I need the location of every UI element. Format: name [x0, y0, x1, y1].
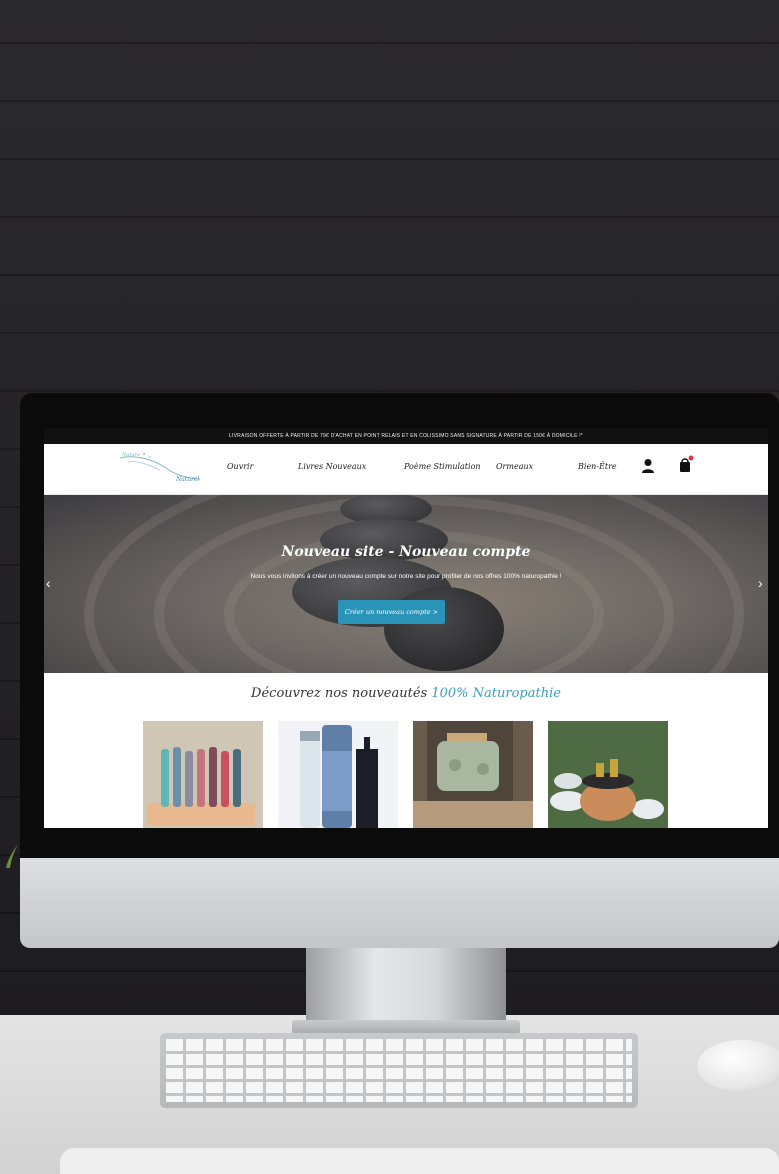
cart-icon[interactable] — [678, 454, 694, 479]
site-header: Nature Naturel Ouvrir Livres Nouveaux Po… — [44, 444, 768, 495]
product-card-4[interactable] — [548, 721, 668, 828]
svg-text:Nature: Nature — [121, 452, 140, 458]
nav-item-5[interactable]: Bien-Être — [578, 462, 617, 471]
logo-text: Naturel — [176, 476, 200, 483]
create-account-button[interactable]: Créer un nouveau compte > — [338, 600, 445, 624]
plant-leaf — [4, 840, 20, 870]
site-logo[interactable]: Nature Naturel — [114, 448, 209, 488]
product-card-1[interactable] — [143, 721, 263, 828]
desk-edge — [60, 1148, 779, 1174]
monitor-stand-base — [292, 1020, 520, 1034]
mouse — [697, 1040, 779, 1092]
monitor-chin — [20, 856, 779, 948]
keyboard — [160, 1033, 638, 1108]
product-card-3[interactable] — [413, 721, 533, 828]
website-screen: LIVRAISON OFFERTE À PARTIR DE 79€ D'ACHA… — [44, 428, 768, 828]
hero-subtitle: Nous vous invitons à créer un nouveau co… — [250, 573, 562, 580]
user-icon[interactable] — [641, 458, 655, 479]
promo-banner: LIVRAISON OFFERTE À PARTIR DE 79€ D'ACHA… — [44, 428, 768, 444]
section-title-main: Découvrez nos nouveautés — [251, 686, 428, 701]
nav-item-2[interactable]: Livres Nouveaux — [298, 462, 366, 471]
product-card-2[interactable] — [278, 721, 398, 828]
hero-title: Nouveau site - Nouveau compte — [281, 544, 531, 560]
section-title: Découvrez nos nouveautés 100% Naturopath… — [44, 686, 768, 701]
nav-item-1[interactable]: Ouvrir — [227, 462, 253, 471]
section-title-accent: 100% Naturopathie — [431, 686, 561, 701]
nav-item-4[interactable]: Ormeaux — [496, 462, 533, 471]
nav-item-3[interactable]: Poème Stimulation — [404, 462, 481, 471]
hero-banner: ‹ › Nouveau site - Nouveau compte Nous v… — [44, 495, 768, 673]
